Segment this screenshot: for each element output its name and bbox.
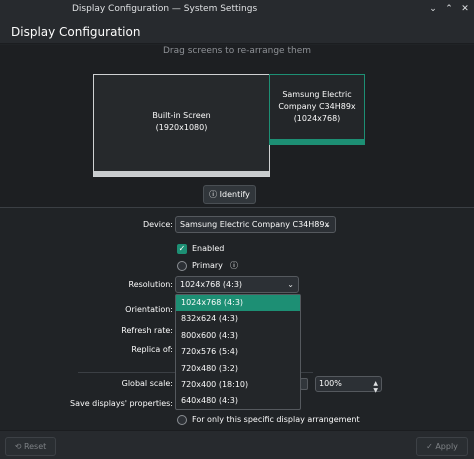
resolution-option[interactable]: 640x480 (4:3) bbox=[176, 393, 300, 409]
screen-builtin-bar bbox=[94, 171, 269, 176]
global-scale-slider-handle[interactable] bbox=[300, 378, 308, 390]
check-icon: ✓ bbox=[426, 442, 433, 451]
screen-builtin-name: Built-in Screen bbox=[152, 111, 211, 120]
chevron-down-icon: ⌄ bbox=[324, 220, 331, 229]
drag-hint: Drag screens to re-arrange them bbox=[163, 46, 311, 56]
spin-down-icon[interactable]: ▼ bbox=[373, 384, 378, 398]
page-header: Display Configuration bbox=[0, 20, 474, 44]
screen-builtin[interactable]: Built-in Screen (1920x1080) bbox=[93, 74, 270, 177]
device-combobox[interactable]: Samsung Electric Company C34H89x ⌄ bbox=[175, 216, 336, 233]
resolution-option[interactable]: 720x576 (5:4) bbox=[176, 344, 300, 360]
page-title: Display Configuration bbox=[11, 25, 141, 39]
specific-arrangement-radio[interactable] bbox=[177, 415, 187, 425]
footer-bar: ⟲ Reset ✓ Apply bbox=[0, 430, 474, 459]
info-icon: ⓘ bbox=[209, 190, 218, 199]
save-properties-label: Save displays' properties: bbox=[69, 399, 173, 408]
info-icon[interactable]: ⓘ bbox=[230, 260, 238, 271]
apply-label: Apply bbox=[435, 442, 458, 451]
replica-of-label: Replica of: bbox=[131, 345, 173, 354]
reset-button[interactable]: ⟲ Reset bbox=[5, 437, 56, 456]
screen-samsung-name-line2: Company C34H89x bbox=[278, 102, 356, 111]
identify-label: Identify bbox=[219, 190, 250, 199]
resolution-option[interactable]: 720x400 (18:10) bbox=[176, 377, 300, 393]
identify-button[interactable]: ⓘ Identify bbox=[203, 185, 256, 204]
reset-icon: ⟲ bbox=[14, 442, 22, 451]
screen-samsung-name-line1: Samsung Electric bbox=[282, 90, 352, 99]
screen-samsung[interactable]: Samsung Electric Company C34H89x (1024x7… bbox=[269, 74, 365, 145]
screen-builtin-resolution: (1920x1080) bbox=[155, 123, 208, 132]
primary-label: Primary bbox=[192, 261, 223, 270]
primary-radio[interactable] bbox=[177, 261, 187, 271]
global-scale-value: 100% bbox=[319, 379, 342, 388]
resolution-option[interactable]: 800x600 (4:3) bbox=[176, 328, 300, 344]
resolution-option[interactable]: 832x624 (4:3) bbox=[176, 311, 300, 327]
device-label: Device: bbox=[142, 220, 173, 229]
specific-arrangement-label: For only this specific display arrangeme… bbox=[192, 415, 360, 424]
chevron-down-icon: ⌄ bbox=[287, 280, 294, 289]
refresh-rate-label: Refresh rate: bbox=[121, 326, 173, 335]
screen-arrangement-area[interactable]: Drag screens to re-arrange them Built-in… bbox=[0, 45, 474, 208]
resolution-option[interactable]: 720x480 (3:2) bbox=[176, 361, 300, 377]
apply-button[interactable]: ✓ Apply bbox=[416, 437, 468, 456]
global-scale-label: Global scale: bbox=[121, 379, 173, 388]
resolution-combobox[interactable]: 1024x768 (4:3) ⌄ bbox=[175, 276, 299, 293]
screen-samsung-resolution: (1024x768) bbox=[293, 114, 341, 123]
close-button[interactable]: ✕ bbox=[459, 3, 471, 15]
resolution-option[interactable]: 1024x768 (4:3) bbox=[176, 295, 300, 312]
maximize-button[interactable]: ⌃ bbox=[443, 3, 455, 15]
resolution-value: 1024x768 (4:3) bbox=[180, 280, 243, 289]
enabled-label: Enabled bbox=[192, 244, 225, 253]
device-value: Samsung Electric Company C34H89x bbox=[180, 220, 330, 229]
screen-samsung-bar bbox=[270, 139, 364, 144]
enabled-checkbox[interactable]: ✓ bbox=[177, 244, 187, 254]
orientation-label: Orientation: bbox=[125, 305, 173, 314]
minimize-button[interactable]: ⌄ bbox=[427, 3, 439, 15]
global-scale-spinbox[interactable]: 100% ▲ ▼ bbox=[315, 376, 382, 394]
window-title: Display Configuration — System Settings bbox=[72, 4, 258, 14]
window-titlebar: Display Configuration — System Settings … bbox=[0, 0, 474, 20]
reset-label: Reset bbox=[23, 442, 47, 451]
resolution-label: Resolution: bbox=[128, 280, 174, 289]
resolution-dropdown[interactable]: 1024x768 (4:3) 832x624 (4:3) 800x600 (4:… bbox=[175, 294, 301, 410]
